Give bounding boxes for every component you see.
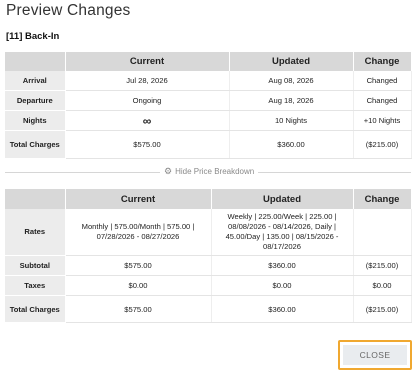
summary-header-blank — [5, 52, 66, 71]
table-row: Total Charges $575.00 $360.00 ($215.00) — [5, 130, 412, 159]
row-label-total-charges: Total Charges — [5, 130, 66, 159]
toggle-label: Hide Price Breakdown — [175, 167, 255, 176]
table-row: Subtotal $575.00 $360.00 ($215.00) — [5, 255, 412, 276]
row-label-departure: Departure — [5, 90, 66, 111]
breakdown-header-change: Change — [353, 189, 412, 209]
close-button[interactable]: CLOSE — [343, 345, 407, 365]
arrival-current: Jul 28, 2026 — [65, 71, 230, 91]
nights-updated: 10 Nights — [229, 110, 354, 131]
breakdown-header-current: Current — [65, 189, 212, 209]
taxes-change: $0.00 — [353, 275, 412, 296]
breakdown-total-updated: $360.00 — [211, 295, 354, 323]
departure-change: Changed — [353, 90, 412, 111]
subtotal-change: ($215.00) — [353, 255, 412, 276]
arrival-updated: Aug 08, 2026 — [229, 71, 354, 91]
departure-current: Ongoing — [65, 90, 230, 111]
rates-updated: Weekly | 225.00/Week | 225.00 | 08/08/20… — [211, 209, 354, 256]
departure-updated: Aug 18, 2026 — [229, 90, 354, 111]
rates-change — [353, 209, 412, 256]
subtotal-current: $575.00 — [65, 255, 212, 276]
subtotal-updated: $360.00 — [211, 255, 354, 276]
total-current: $575.00 — [65, 130, 230, 159]
summary-header-change: Change — [353, 52, 412, 71]
rates-current: Monthly | 575.00/Month | 575.00 | 07/28/… — [65, 209, 212, 256]
row-label-arrival: Arrival — [5, 71, 66, 91]
price-breakdown-table: Current Updated Change Rates Monthly | 5… — [5, 189, 412, 323]
nights-change: +10 Nights — [353, 110, 412, 131]
table-row: Arrival Jul 28, 2026 Aug 08, 2026 Change… — [5, 71, 412, 91]
breakdown-header-blank — [5, 189, 66, 209]
gear-icon: ⚙ — [164, 166, 173, 176]
breakdown-header-row: Current Updated Change — [5, 189, 412, 209]
infinity-icon: ∞ — [142, 113, 152, 128]
hide-price-breakdown-toggle[interactable]: ⚙ Hide Price Breakdown — [160, 166, 259, 177]
total-change: ($215.00) — [353, 130, 412, 159]
breakdown-total-current: $575.00 — [65, 295, 212, 323]
summary-header-current: Current — [65, 52, 230, 71]
breakdown-total-change: ($215.00) — [353, 295, 412, 323]
reservation-label: [11] Back-In — [6, 31, 60, 42]
arrival-change: Changed — [353, 71, 412, 91]
summary-header-row: Current Updated Change — [5, 52, 412, 71]
row-label-nights: Nights — [5, 110, 66, 131]
table-row: Taxes $0.00 $0.00 $0.00 — [5, 275, 412, 296]
breakdown-header-updated: Updated — [211, 189, 354, 209]
total-updated: $360.00 — [229, 130, 354, 159]
summary-table: Current Updated Change Arrival Jul 28, 2… — [5, 52, 412, 159]
row-label-taxes: Taxes — [5, 275, 66, 296]
taxes-updated: $0.00 — [211, 275, 354, 296]
table-row: Departure Ongoing Aug 18, 2026 Changed — [5, 90, 412, 111]
row-label-rates: Rates — [5, 209, 66, 256]
table-row: Rates Monthly | 575.00/Month | 575.00 | … — [5, 209, 412, 256]
nights-current: ∞ — [65, 110, 230, 131]
taxes-current: $0.00 — [65, 275, 212, 296]
table-row: Nights ∞ 10 Nights +10 Nights — [5, 110, 412, 131]
row-label-total-charges: Total Charges — [5, 295, 66, 323]
close-button-highlight: CLOSE — [338, 340, 412, 370]
dialog-title: Preview Changes — [6, 2, 131, 19]
table-row: Total Charges $575.00 $360.00 ($215.00) — [5, 295, 412, 323]
row-label-subtotal: Subtotal — [5, 255, 66, 276]
summary-header-updated: Updated — [229, 52, 354, 71]
